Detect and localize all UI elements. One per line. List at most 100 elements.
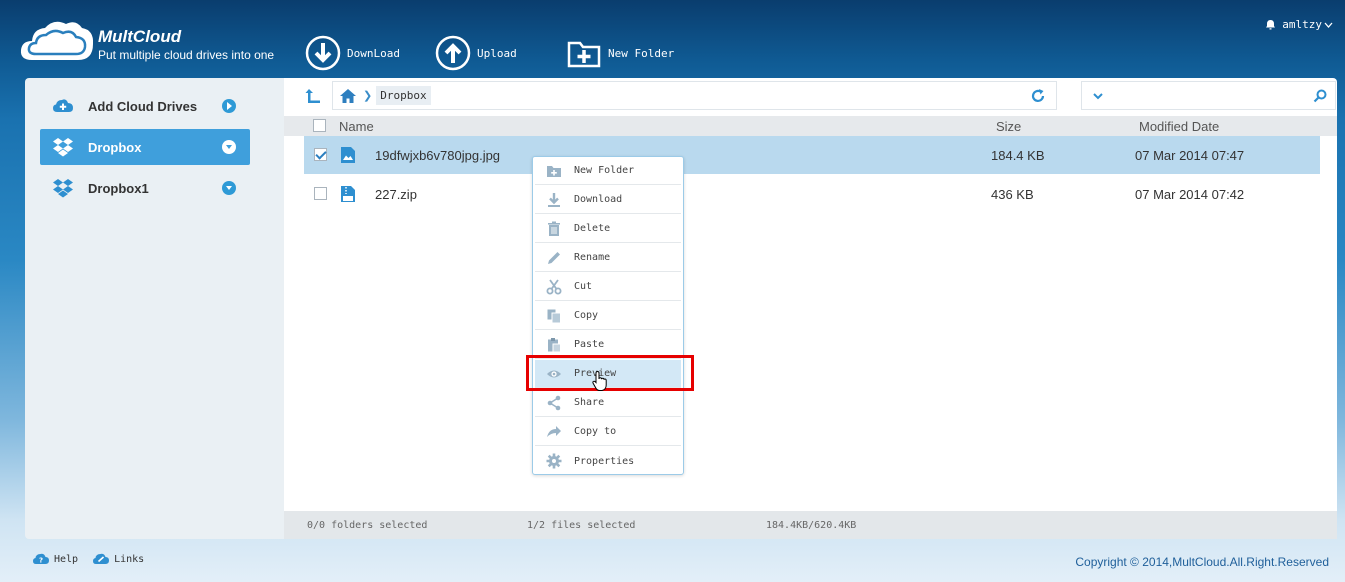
sidebar-item-add-cloud-drives[interactable]: Add Cloud Drives bbox=[40, 88, 250, 124]
status-bar: 0/0 folders selected 1/2 files selected … bbox=[284, 511, 1337, 539]
home-icon[interactable] bbox=[339, 88, 357, 104]
share-icon bbox=[547, 395, 561, 410]
file-browser: ❯ Dropbox Name Size Modified Date 19dfwj… bbox=[284, 78, 1337, 539]
bell-icon bbox=[1266, 20, 1276, 30]
column-size[interactable]: Size bbox=[996, 119, 1021, 134]
download-icon bbox=[548, 192, 560, 207]
column-name[interactable]: Name bbox=[339, 119, 374, 134]
row-checkbox[interactable] bbox=[314, 187, 327, 200]
sidebar-item-dropbox[interactable]: Dropbox bbox=[40, 129, 250, 165]
breadcrumb-dropbox[interactable]: Dropbox bbox=[376, 86, 431, 105]
chevron-down-icon[interactable] bbox=[222, 140, 236, 154]
menu-item-label: Cut bbox=[574, 281, 593, 292]
copy-icon bbox=[547, 309, 561, 323]
sidebar-item-label: Dropbox1 bbox=[88, 180, 149, 196]
zip-file-icon bbox=[341, 186, 355, 202]
menu-item-label: Copy to bbox=[574, 426, 617, 437]
sidebar: Add Cloud Drives Dropbox Dropbox1 bbox=[25, 78, 284, 539]
table-row[interactable]: 227.zip 436 KB 07 Mar 2014 07:42 bbox=[304, 175, 1320, 213]
tagline: Put multiple cloud drives into one bbox=[98, 48, 275, 62]
menu-item-download[interactable]: Download bbox=[535, 186, 681, 214]
table-row[interactable]: 19dfwjxb6v780jpg.jpg 184.4 KB 07 Mar 201… bbox=[304, 136, 1320, 174]
menu-item-delete[interactable]: Delete bbox=[535, 215, 681, 243]
dropbox-icon bbox=[53, 179, 73, 198]
table-header: Name Size Modified Date bbox=[284, 116, 1337, 136]
file-size: 184.4 KB bbox=[991, 148, 1045, 163]
help-label: Help bbox=[54, 553, 79, 565]
upload-circle-icon bbox=[435, 35, 471, 71]
paste-icon bbox=[548, 337, 561, 352]
link-icon bbox=[93, 553, 110, 564]
upload-button[interactable]: Upload bbox=[435, 35, 517, 71]
menu-item-label: Paste bbox=[574, 339, 605, 350]
go-up-icon[interactable] bbox=[304, 87, 322, 105]
menu-item-label: Properties bbox=[574, 455, 635, 467]
path-bar[interactable]: ❯ Dropbox bbox=[332, 81, 1057, 110]
image-file-icon bbox=[341, 147, 355, 163]
username: amltzy bbox=[1282, 18, 1322, 31]
menu-item-label: Share bbox=[574, 397, 605, 408]
download-label: DownLoad bbox=[347, 46, 400, 60]
menu-item-rename[interactable]: Rename bbox=[535, 244, 681, 272]
trash-icon bbox=[548, 221, 560, 236]
context-menu: New Folder Download Delete Rename Cut Co… bbox=[532, 156, 684, 475]
menu-item-label: Copy bbox=[574, 310, 599, 321]
download-button[interactable]: DownLoad bbox=[305, 35, 400, 71]
scissors-icon bbox=[546, 278, 562, 294]
help-link[interactable]: ? Help bbox=[32, 552, 78, 566]
menu-item-label: Rename bbox=[574, 252, 611, 263]
new-folder-icon bbox=[567, 41, 601, 68]
menu-item-label: Delete bbox=[574, 223, 611, 234]
size-selected: 184.4KB/620.4KB bbox=[766, 520, 857, 531]
links-label: Links bbox=[114, 553, 145, 565]
search-icon[interactable] bbox=[1313, 89, 1327, 103]
chevron-down-icon bbox=[1324, 22, 1333, 28]
copy-to-icon bbox=[547, 425, 561, 437]
new-folder-label: New Folder bbox=[608, 46, 675, 60]
select-all-checkbox[interactable] bbox=[313, 119, 326, 132]
sidebar-item-label: Dropbox bbox=[88, 139, 142, 155]
user-menu[interactable]: amltzy bbox=[1265, 18, 1333, 31]
search-input[interactable] bbox=[1081, 81, 1336, 110]
help-icon: ? bbox=[33, 553, 49, 565]
menu-item-share[interactable]: Share bbox=[535, 389, 681, 417]
file-size: 436 KB bbox=[991, 187, 1034, 202]
footer-links: ? Help Links bbox=[32, 552, 144, 566]
pencil-icon bbox=[548, 251, 560, 264]
plus-cloud-icon bbox=[53, 99, 73, 112]
file-modified: 07 Mar 2014 07:42 bbox=[1135, 187, 1245, 202]
chevron-down-icon[interactable] bbox=[1092, 90, 1104, 102]
gear-icon bbox=[546, 453, 562, 469]
sidebar-item-label: Add Cloud Drives bbox=[88, 98, 198, 114]
menu-item-copy-to[interactable]: Copy to bbox=[535, 418, 681, 446]
column-modified[interactable]: Modified Date bbox=[1139, 119, 1219, 134]
hand-cursor-icon bbox=[592, 370, 607, 391]
row-checkbox[interactable] bbox=[314, 148, 327, 161]
new-folder-icon bbox=[547, 165, 561, 177]
download-circle-icon bbox=[305, 35, 341, 71]
menu-item-new-folder[interactable]: New Folder bbox=[535, 157, 681, 185]
menu-item-label: New Folder bbox=[574, 165, 635, 176]
refresh-icon[interactable] bbox=[1030, 88, 1046, 104]
new-folder-button[interactable]: New Folder bbox=[566, 35, 674, 71]
menu-item-copy[interactable]: Copy bbox=[535, 302, 681, 330]
menu-item-properties[interactable]: Properties bbox=[535, 447, 681, 475]
multcloud-logo bbox=[20, 21, 94, 60]
preview-highlight-box bbox=[526, 355, 694, 391]
folders-selected: 0/0 folders selected bbox=[307, 520, 428, 531]
file-name[interactable]: 227.zip bbox=[375, 187, 417, 202]
links-link[interactable]: Links bbox=[92, 552, 144, 566]
menu-item-cut[interactable]: Cut bbox=[535, 273, 681, 301]
file-name[interactable]: 19dfwjxb6v780jpg.jpg bbox=[375, 148, 500, 163]
copyright-text: Copyright © 2014,MultCloud.All.Right.Res… bbox=[1075, 555, 1329, 569]
chevron-right-icon: ❯ bbox=[363, 90, 373, 102]
brand-name: MultCloud bbox=[98, 27, 182, 46]
arrow-right-icon[interactable] bbox=[222, 99, 236, 113]
file-modified: 07 Mar 2014 07:47 bbox=[1135, 148, 1245, 163]
svg-text:?: ? bbox=[39, 557, 43, 565]
chevron-down-icon[interactable] bbox=[222, 181, 236, 195]
dropbox-icon bbox=[53, 138, 73, 157]
files-selected: 1/2 files selected bbox=[527, 520, 636, 531]
upload-label: Upload bbox=[477, 46, 517, 60]
sidebar-item-dropbox1[interactable]: Dropbox1 bbox=[40, 170, 250, 206]
